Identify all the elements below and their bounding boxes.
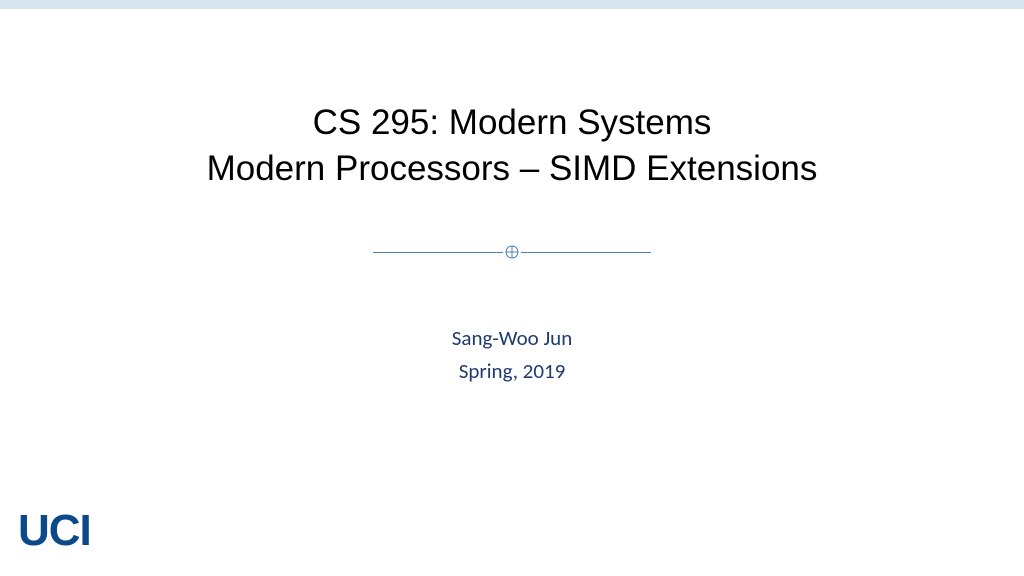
title-line-2: Modern Processors – SIMD Extensions — [0, 146, 1024, 192]
term-label: Spring, 2019 — [0, 355, 1024, 388]
divider-line-right — [521, 252, 651, 253]
top-accent-bar — [0, 0, 1024, 9]
author-name: Sang-Woo Jun — [0, 322, 1024, 355]
slide-title: CS 295: Modern Systems Modern Processors… — [0, 100, 1024, 191]
title-line-1: CS 295: Modern Systems — [0, 100, 1024, 146]
uci-logo: UCI — [18, 506, 91, 556]
divider-ornament-icon — [505, 245, 519, 259]
author-block: Sang-Woo Jun Spring, 2019 — [0, 322, 1024, 387]
divider-line-left — [373, 252, 503, 253]
decorative-divider — [0, 245, 1024, 259]
